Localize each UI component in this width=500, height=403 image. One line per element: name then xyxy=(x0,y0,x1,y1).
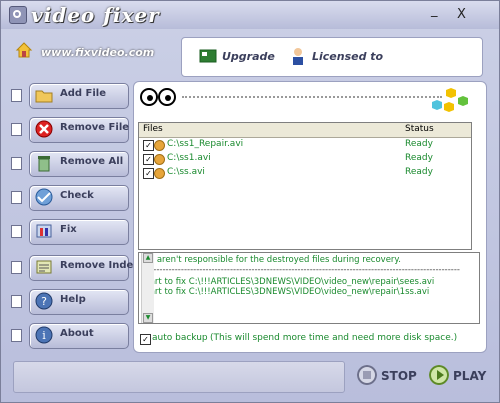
row-checkbox[interactable]: ✓ xyxy=(143,168,154,179)
remove-all-checkbox[interactable] xyxy=(11,157,22,170)
file-status: Ready xyxy=(405,167,433,177)
about-label: About xyxy=(60,328,94,339)
fix-button[interactable]: Fix xyxy=(29,219,129,245)
remove-index-icon xyxy=(36,260,52,274)
auto-backup-label[interactable]: auto backup xyxy=(152,333,208,343)
row-checkbox[interactable]: ✓ xyxy=(143,140,154,151)
help-label: Help xyxy=(60,294,86,305)
trash-icon xyxy=(38,156,50,172)
app-icon xyxy=(9,6,27,24)
site-url[interactable]: www.fixvideo.com xyxy=(41,46,154,59)
main-panel: Files Status ✓ C:\ss1_Repair.avi Ready ✓… xyxy=(133,81,487,353)
stop-label: STOP xyxy=(381,369,417,383)
upgrade-link[interactable]: Upgrade xyxy=(222,50,275,63)
add-file-label: Add File xyxy=(60,88,107,99)
remove-icon xyxy=(35,120,53,138)
scroll-down-icon[interactable]: ▼ xyxy=(143,313,153,323)
remove-file-button[interactable]: Remove File xyxy=(29,117,129,143)
column-status[interactable]: Status xyxy=(405,124,434,134)
stop-button[interactable]: STOP xyxy=(357,365,417,389)
file-list-header: Files Status xyxy=(139,123,471,138)
remove-all-button[interactable]: Remove All xyxy=(29,151,129,177)
log-separator: ----------------------------------------… xyxy=(141,265,460,275)
about-button[interactable]: i About xyxy=(29,323,129,349)
scroll-up-icon[interactable]: ▲ xyxy=(143,253,153,263)
remove-index-button[interactable]: Remove Index xyxy=(29,255,140,281)
file-name: C:\ss1_Repair.avi xyxy=(167,139,244,149)
window-title: video fixer xyxy=(31,3,160,27)
user-icon xyxy=(293,48,303,65)
status-bar xyxy=(13,361,345,393)
top-banner: Upgrade Licensed to xyxy=(181,37,483,77)
title-bar[interactable]: video fixer _ X xyxy=(1,1,499,29)
licensed-to-label[interactable]: Licensed to xyxy=(312,50,383,63)
add-file-button[interactable]: Add File xyxy=(29,83,129,109)
svg-text:i: i xyxy=(42,329,46,342)
check-checkbox[interactable] xyxy=(11,191,22,204)
play-label: PLAY xyxy=(453,369,487,383)
remove-all-label: Remove All xyxy=(60,156,124,167)
check-button[interactable]: Check xyxy=(29,185,129,211)
add-file-checkbox[interactable] xyxy=(11,89,22,102)
file-status: Ready xyxy=(405,139,433,149)
close-button[interactable]: X xyxy=(457,7,466,22)
column-files[interactable]: Files xyxy=(143,124,163,134)
folder-icon xyxy=(35,90,53,103)
help-icon: ? xyxy=(35,292,53,310)
check-icon xyxy=(35,188,53,206)
about-checkbox[interactable] xyxy=(11,329,22,342)
check-label: Check xyxy=(60,190,94,201)
file-status: Ready xyxy=(405,153,433,163)
file-list[interactable]: Files Status ✓ C:\ss1_Repair.avi Ready ✓… xyxy=(138,122,472,250)
remove-file-label: Remove File xyxy=(60,122,130,133)
home-icon xyxy=(15,42,33,58)
file-name: C:\ss.avi xyxy=(167,167,205,177)
upgrade-icon xyxy=(199,49,217,63)
auto-backup-note: (This will spend more time and need more… xyxy=(210,333,458,343)
play-button[interactable]: PLAY xyxy=(429,365,489,389)
video-file-icon xyxy=(154,154,165,165)
file-name: C:\ss1.avi xyxy=(167,153,211,163)
dotted-divider xyxy=(182,96,442,98)
stop-icon xyxy=(357,365,377,385)
fix-label: Fix xyxy=(60,224,77,235)
video-file-icon xyxy=(154,140,165,151)
minimize-button[interactable]: _ xyxy=(431,3,438,18)
help-button[interactable]: ? Help xyxy=(29,289,129,315)
table-row[interactable]: ✓ C:\ss1.avi Ready xyxy=(139,153,471,166)
play-icon xyxy=(429,365,449,385)
help-checkbox[interactable] xyxy=(11,295,22,308)
table-row[interactable]: ✓ C:\ss1_Repair.avi Ready xyxy=(139,139,471,152)
log-line: Start to fix C:\!!!ARTICLES\3DNEWS\VIDEO… xyxy=(141,277,435,287)
remove-index-checkbox[interactable] xyxy=(11,261,22,274)
log-line: Start to fix C:\!!!ARTICLES\3DNEWS\VIDEO… xyxy=(141,287,430,297)
remove-index-label: Remove Index xyxy=(60,260,140,271)
eyes-icon xyxy=(140,88,176,106)
fix-checkbox[interactable] xyxy=(11,225,22,238)
sidebar: www.fixvideo.com Add File Remove File Re… xyxy=(3,29,154,359)
row-checkbox[interactable]: ✓ xyxy=(143,154,154,165)
about-icon: i xyxy=(35,326,53,344)
table-row[interactable]: ✓ C:\ss.avi Ready xyxy=(139,167,471,180)
fix-icon xyxy=(36,224,52,238)
svg-text:?: ? xyxy=(41,295,47,308)
video-file-icon xyxy=(154,168,165,179)
log-line: We aren't responsible for the destroyed … xyxy=(141,255,401,265)
hexagon-icon xyxy=(432,88,468,112)
remove-file-checkbox[interactable] xyxy=(11,123,22,136)
log-output[interactable]: We aren't responsible for the destroyed … xyxy=(138,252,480,324)
log-scrollbar[interactable]: ▲ ▼ xyxy=(141,253,154,323)
app-window: video fixer _ X www.fixvideo.com Add Fil… xyxy=(0,0,500,403)
auto-backup-checkbox[interactable]: ✓ xyxy=(140,334,151,345)
